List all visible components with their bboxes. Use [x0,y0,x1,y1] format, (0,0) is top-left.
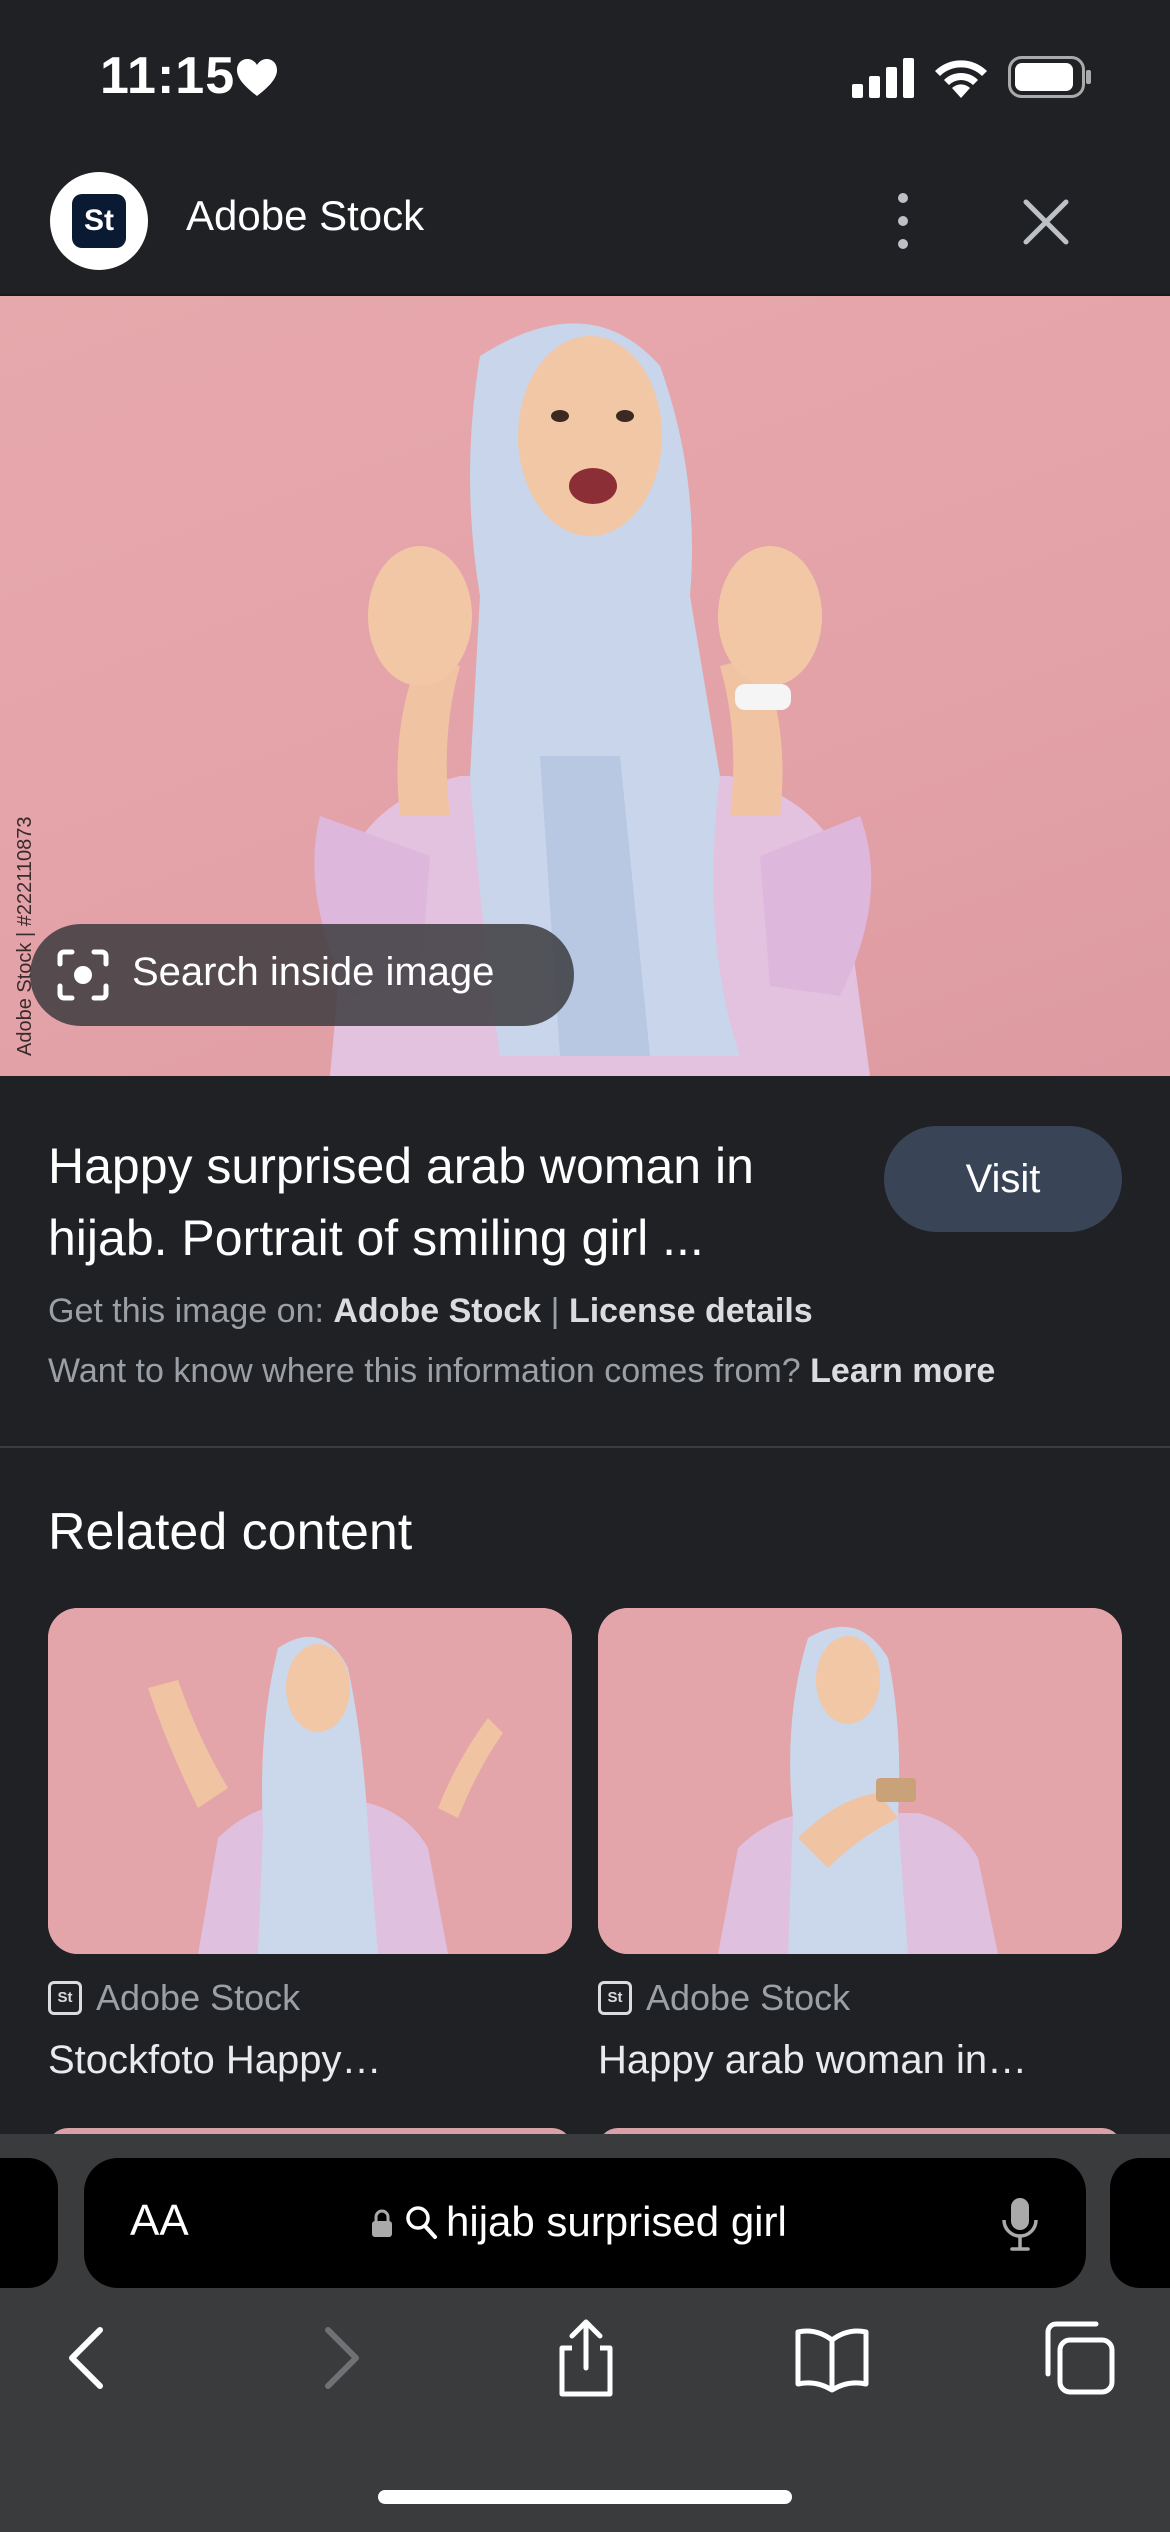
adobe-stock-logo-mark: St [72,194,126,248]
separator: | [550,1292,560,1330]
visit-button[interactable]: Visit [884,1126,1122,1232]
info-question: Want to know where this information come… [48,1352,801,1390]
adobe-stock-small-logo-icon: St [598,1981,632,2015]
woman-with-phone-photo [598,1608,1122,1954]
more-options-icon[interactable] [888,186,918,256]
related-card[interactable]: St Adobe Stock Happy arab woman in… [598,1608,1122,2082]
lock-icon [372,2209,392,2237]
related-card-source: St Adobe Stock [598,1977,851,2018]
related-card-source: St Adobe Stock [48,1977,301,2018]
adobe-stock-logo: St [50,172,148,270]
address-bar[interactable]: AA hijab surprised girl [84,2158,1086,2288]
adobe-stock-small-logo-icon: St [48,1981,82,2015]
search-inside-image-button[interactable]: Search inside image [30,924,574,1026]
microphone-icon[interactable] [1000,2196,1040,2252]
reader-aa-button[interactable]: AA [130,2196,189,2246]
bookmarks-icon[interactable] [792,2318,872,2398]
related-content-heading: Related content [48,1503,413,1561]
woman-raising-hands-photo [48,1608,572,1954]
result-title[interactable]: Happy surprised arab woman in hijab. Por… [48,1130,868,1274]
next-tab-peek[interactable] [1110,2158,1170,2288]
heart-icon [237,59,277,96]
address-text[interactable]: hijab surprised girl [446,2198,787,2246]
result-details: Happy surprised arab woman in hijab. Por… [0,1076,1170,1448]
related-card-source-label: Adobe Stock [646,1977,851,2018]
source-link[interactable]: Adobe Stock [333,1292,541,1330]
related-card-image[interactable] [48,1608,572,1954]
status-time: 11:15 [100,47,236,105]
image-credit: Adobe Stock | #222110873 [14,816,36,1056]
related-card-title[interactable]: Stockfoto Happy… [48,2038,382,2083]
share-icon[interactable] [546,2318,626,2398]
back-icon[interactable] [48,2318,128,2398]
google-lens-icon [57,949,109,1001]
previous-tab-peek[interactable] [0,2158,58,2288]
info-line: Want to know where this information come… [48,1352,995,1391]
source-line: Get this image on: Adobe Stock | License… [48,1292,813,1331]
related-card-title[interactable]: Happy arab woman in… [598,2038,1027,2083]
related-card[interactable]: St Adobe Stock Stockfoto Happy… [48,1608,572,2082]
home-indicator[interactable] [378,2490,792,2504]
tabs-icon[interactable] [1038,2318,1118,2398]
license-details-link[interactable]: License details [569,1292,813,1330]
search-icon [406,2206,437,2239]
learn-more-link[interactable]: Learn more [810,1352,995,1390]
search-inside-image-label: Search inside image [132,950,495,994]
close-icon[interactable] [1016,192,1076,252]
source-title: Adobe Stock [186,192,425,239]
status-bar: 11:15 [0,0,1170,150]
related-card-source-label: Adobe Stock [96,1977,301,2018]
battery-icon [1008,56,1091,98]
cellular-signal-icon [852,58,914,98]
source-prefix: Get this image on: [48,1292,324,1330]
source-header: St Adobe Stock [0,150,1170,296]
forward-icon[interactable] [300,2318,380,2398]
related-content-section: Related content St Adobe Stock Stockfoto… [0,1450,1170,2134]
result-image[interactable]: Adobe Stock | #222110873 Search inside i… [0,296,1170,1076]
wifi-icon [935,60,987,98]
related-card-image[interactable] [598,1608,1122,1954]
